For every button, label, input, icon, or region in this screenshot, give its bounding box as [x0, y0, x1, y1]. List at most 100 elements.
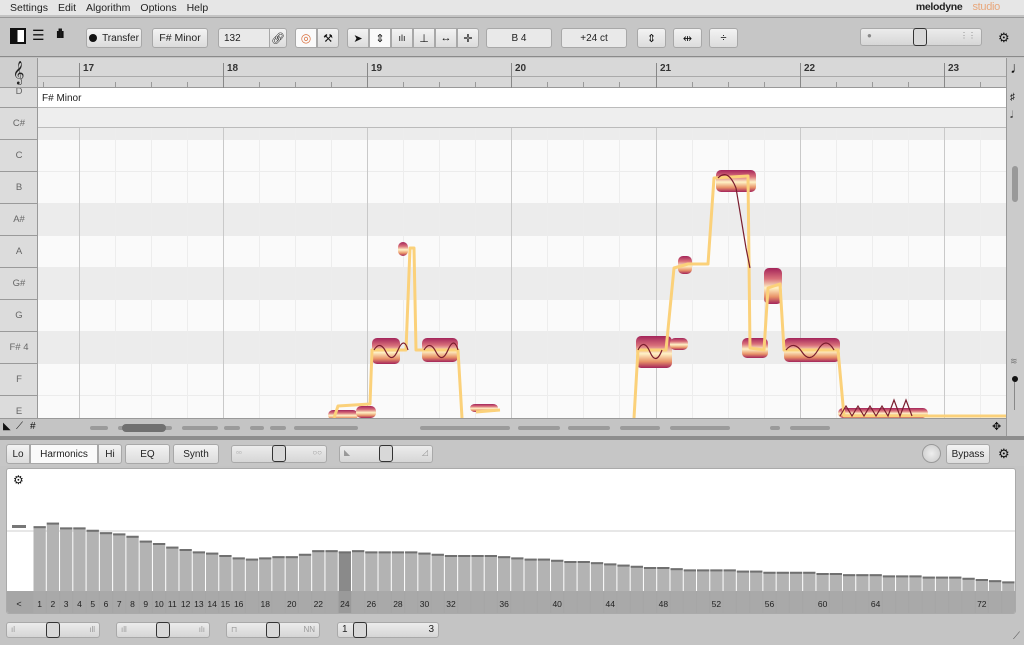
harmonic-bar[interactable]	[206, 552, 219, 591]
harmonic-bar[interactable]	[710, 569, 723, 591]
harmonic-bar[interactable]	[245, 558, 259, 591]
harmonic-bar[interactable]	[551, 559, 564, 591]
harmonic-bar[interactable]	[896, 575, 909, 591]
note-value-icon[interactable]: ♩	[1010, 60, 1024, 78]
note-blob[interactable]	[398, 242, 408, 256]
key-c[interactable]: C	[0, 140, 37, 172]
timeline-ruler[interactable]: 17 18 19 20 21 22 23	[38, 58, 1017, 88]
harmonic-bar[interactable]	[418, 552, 431, 591]
harmonic-bar[interactable]	[312, 550, 325, 591]
quantize-time-button[interactable]: ⇹	[673, 28, 702, 48]
key-f4[interactable]: F# 4	[0, 332, 37, 364]
settings-gear-icon[interactable]: ⚙	[998, 30, 1010, 46]
harmonic-bar[interactable]	[259, 557, 272, 591]
harmonic-bar[interactable]	[497, 556, 511, 591]
harmonic-bar[interactable]	[763, 571, 776, 591]
harmonic-bar[interactable]	[577, 561, 590, 591]
key-c[interactable]: C#	[0, 108, 37, 140]
harmonic-bar[interactable]	[166, 546, 179, 591]
tempo-field[interactable]: 132	[218, 28, 270, 48]
harmonic-bar[interactable]	[909, 575, 922, 591]
harmonic-bar[interactable]	[152, 543, 166, 591]
tab-synth[interactable]: Synth	[173, 444, 219, 464]
harmonic-bar[interactable]	[179, 549, 192, 591]
harmonic-bar[interactable]	[842, 574, 856, 591]
harmonic-bar[interactable]	[272, 556, 285, 591]
harmonic-bar[interactable]	[73, 527, 86, 591]
note-blobs-mode-button[interactable]: ◎	[295, 28, 317, 48]
pitch-tool-button[interactable]: ⇕	[369, 28, 391, 48]
tools-mode-button[interactable]: ⚒	[317, 28, 339, 48]
menu-options[interactable]: Options	[140, 2, 176, 14]
spectrum-shape-slider[interactable]: ◣ ◿	[339, 445, 433, 463]
spectrum-tilt-knob[interactable]	[156, 622, 170, 638]
transfer-button[interactable]: Transfer	[86, 28, 142, 48]
harmonic-bar[interactable]	[33, 526, 46, 591]
piano-keys[interactable]: D C# C B A# A G# G F# 4FE	[0, 88, 38, 418]
key-g[interactable]: G	[0, 300, 37, 332]
tab-eq[interactable]: EQ	[125, 444, 170, 464]
harmonics-panel[interactable]: ⚙ <1 2 3 4 5 6 7 8 9 10 11 12 13 14 15 16 18 20 22 24 26 28 30…	[6, 468, 1016, 614]
harmonic-group-knob[interactable]	[272, 445, 286, 462]
harmonic-bar[interactable]	[643, 567, 657, 591]
harmonic-bar[interactable]	[922, 576, 935, 591]
harmonic-bar[interactable]	[232, 557, 245, 591]
scale-button[interactable]: F# Minor	[152, 28, 208, 48]
harmonics-chart[interactable]: <1 2 3 4 5 6 7 8 9 10 11 12 13 14 15 16 18 20 22 24 26 28 30 32…	[7, 469, 1016, 614]
harmonic-bar[interactable]	[750, 570, 763, 591]
harmonic-bar[interactable]	[736, 570, 750, 591]
scrub-icon[interactable]: ⟋	[16, 421, 23, 432]
sound-settings-gear-icon[interactable]: ⚙	[998, 446, 1010, 462]
harmonic-bar[interactable]	[617, 564, 630, 591]
key-a[interactable]: A	[0, 236, 37, 268]
harmonic-bar[interactable]	[630, 565, 643, 591]
vertical-scroll-thumb[interactable]	[1012, 166, 1018, 202]
harmonic-bar[interactable]	[391, 551, 405, 591]
main-tool-button[interactable]: ➤	[347, 28, 369, 48]
note-blob[interactable]	[328, 410, 358, 418]
harmonic-bar[interactable]	[458, 555, 471, 591]
quantize-pitch-button[interactable]: ⇕	[637, 28, 666, 48]
note-blob[interactable]	[670, 338, 688, 350]
resize-grip-icon[interactable]: ⟋	[1013, 631, 1020, 642]
harmonic-bar[interactable]	[60, 527, 73, 591]
tempo-link-button[interactable]: 🔗︎	[269, 28, 287, 48]
tab-lo[interactable]: Lo	[6, 444, 30, 464]
harmonic-bar[interactable]	[670, 568, 683, 591]
zoom-slider[interactable]: ● ⋮⋮	[860, 28, 982, 46]
harmonic-bar[interactable]	[378, 551, 391, 591]
harmonic-bar[interactable]	[856, 574, 869, 591]
vertical-zoom-track[interactable]	[1014, 382, 1015, 410]
harmonic-bar[interactable]	[869, 574, 882, 591]
key-g[interactable]: G#	[0, 268, 37, 300]
waveform-shape-slider[interactable]: ⊓ NN	[226, 622, 320, 638]
harmonic-bar[interactable]	[697, 569, 710, 591]
menu-help[interactable]: Help	[187, 2, 209, 14]
harmonic-bar[interactable]	[126, 535, 139, 591]
pitch-curves[interactable]	[38, 88, 1006, 418]
key-f[interactable]: F	[0, 364, 37, 396]
harmonic-range-slider[interactable]: 1 3	[337, 622, 439, 638]
zoom-fit-icon[interactable]: ✥	[992, 420, 1001, 433]
overview-waveform[interactable]	[90, 423, 990, 433]
harmonic-bar[interactable]	[949, 576, 962, 591]
harmonic-group-slider[interactable]: ▫▫ ○○	[231, 445, 327, 463]
harmonic-bar[interactable]	[444, 555, 458, 591]
timing-tool-button[interactable]: ↔	[435, 28, 457, 48]
pitch-readout[interactable]: B 4	[486, 28, 552, 48]
overview-bar[interactable]: ◣ ⟋ # ✥	[0, 418, 1006, 436]
harmonic-bar[interactable]	[789, 571, 803, 591]
separation-tool-button[interactable]: ✛	[457, 28, 479, 48]
harmonic-bar[interactable]	[829, 573, 842, 591]
harmonic-bar[interactable]	[604, 563, 617, 591]
harmonic-bar[interactable]	[351, 550, 365, 591]
sound-editor-icon[interactable]: ıllı	[56, 26, 65, 41]
master-level-marker[interactable]	[12, 525, 26, 528]
spectrum-tilt-slider[interactable]: ıll ılı	[116, 622, 210, 638]
grid-snap-icon[interactable]: #	[30, 421, 36, 432]
harmonic-bar[interactable]	[139, 540, 152, 591]
menu-settings[interactable]: Settings	[10, 2, 48, 14]
harmonic-bar[interactable]	[471, 555, 484, 591]
harmonic-bar[interactable]	[405, 551, 418, 591]
key-e[interactable]: E	[0, 396, 37, 418]
